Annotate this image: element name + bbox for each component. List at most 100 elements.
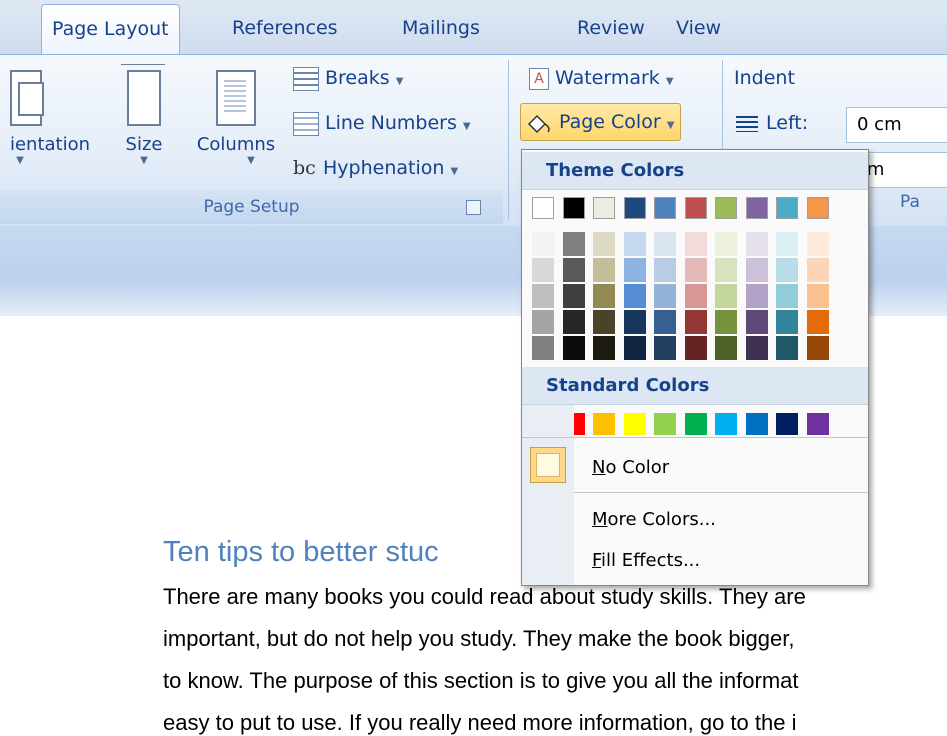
theme-shade-swatch[interactable] <box>776 336 798 360</box>
menu-separator <box>574 492 868 493</box>
theme-color-swatch[interactable] <box>776 197 798 219</box>
theme-shade-swatch[interactable] <box>562 284 585 308</box>
theme-shade-swatch[interactable] <box>654 310 676 334</box>
theme-shade-swatch[interactable] <box>715 258 737 282</box>
theme-shade-swatch[interactable] <box>532 336 554 360</box>
theme-shade-swatch[interactable] <box>776 258 798 282</box>
theme-color-swatch[interactable] <box>806 197 829 219</box>
tab-mailings[interactable]: Mailings <box>392 4 490 52</box>
tab-page-layout[interactable]: Page Layout <box>41 4 180 55</box>
theme-shade-swatch[interactable] <box>623 284 646 308</box>
dialog-launcher-icon[interactable] <box>466 200 481 215</box>
theme-color-swatch[interactable] <box>684 197 707 219</box>
theme-shade-swatch[interactable] <box>745 336 768 360</box>
theme-shade-swatch[interactable] <box>593 336 615 360</box>
standard-color-swatch[interactable] <box>776 413 798 435</box>
standard-color-swatch[interactable] <box>654 413 676 435</box>
theme-shade-swatch[interactable] <box>623 336 646 360</box>
theme-shade-swatch[interactable] <box>593 258 615 282</box>
hyphenation-dropdown-icon: ▼ <box>450 166 459 177</box>
standard-color-swatch[interactable] <box>593 413 615 435</box>
theme-color-swatch[interactable] <box>623 197 646 219</box>
theme-shade-swatch[interactable] <box>806 336 829 360</box>
columns-dropdown-icon: ▼ <box>247 155 255 166</box>
theme-shade-swatch[interactable] <box>593 284 615 308</box>
theme-shade-swatch[interactable] <box>715 232 737 256</box>
page-color-dropdown: Theme Colors Standard Colors No Color Mo… <box>521 149 869 586</box>
theme-shade-swatch[interactable] <box>684 232 707 256</box>
theme-color-swatch[interactable] <box>532 197 554 219</box>
theme-shade-swatch[interactable] <box>532 232 554 256</box>
theme-color-swatch[interactable] <box>562 197 585 219</box>
theme-shade-swatch[interactable] <box>562 232 585 256</box>
theme-shade-swatch[interactable] <box>806 284 829 308</box>
theme-shade-swatch[interactable] <box>562 310 585 334</box>
theme-shade-swatch[interactable] <box>715 284 737 308</box>
no-color-icon <box>530 447 566 483</box>
theme-shade-swatch[interactable] <box>776 310 798 334</box>
theme-shade-swatch[interactable] <box>684 310 707 334</box>
theme-shade-swatch[interactable] <box>806 310 829 334</box>
document-line: There are many books you could read abou… <box>163 584 806 609</box>
theme-shade-swatch[interactable] <box>593 310 615 334</box>
theme-shade-swatch[interactable] <box>623 310 646 334</box>
theme-shade-swatch[interactable] <box>593 232 615 256</box>
theme-shade-swatch[interactable] <box>715 310 737 334</box>
theme-shade-swatch[interactable] <box>623 232 646 256</box>
theme-shade-swatch[interactable] <box>776 284 798 308</box>
theme-color-swatch[interactable] <box>593 197 615 219</box>
page-color-button[interactable]: Page Color ▼ <box>520 103 682 141</box>
hyphenation-label: Hyphenation <box>323 157 445 179</box>
theme-shade-swatch[interactable] <box>745 310 768 334</box>
watermark-label: Watermark <box>555 67 660 89</box>
theme-shade-swatch[interactable] <box>684 336 707 360</box>
standard-color-swatch[interactable] <box>806 413 829 435</box>
no-color-item[interactable]: No Color <box>592 457 669 478</box>
theme-shade-swatch[interactable] <box>684 258 707 282</box>
breaks-label: Breaks <box>325 67 390 89</box>
standard-color-swatch[interactable] <box>684 413 707 435</box>
standard-color-swatch[interactable] <box>623 413 646 435</box>
size-button[interactable]: Size ▼ <box>118 64 170 166</box>
theme-shade-swatch[interactable] <box>654 232 676 256</box>
theme-shade-swatch[interactable] <box>532 258 554 282</box>
theme-shade-swatch[interactable] <box>715 336 737 360</box>
ribbon-tab-bar: Page Layout References Mailings Review V… <box>0 0 947 55</box>
theme-shade-swatch[interactable] <box>562 258 585 282</box>
tab-review[interactable]: Review <box>567 4 655 52</box>
tab-view[interactable]: View <box>666 4 731 52</box>
standard-color-swatch[interactable] <box>715 413 737 435</box>
orientation-button[interactable]: ientation ▼ <box>0 70 100 166</box>
page-color-label: Page Color <box>559 111 661 133</box>
indent-left-input[interactable]: 0 cm <box>846 107 947 143</box>
theme-shade-swatch[interactable] <box>745 284 768 308</box>
theme-shade-swatch[interactable] <box>654 284 676 308</box>
tab-references[interactable]: References <box>222 4 348 52</box>
line-numbers-label: Line Numbers <box>325 112 457 134</box>
theme-shade-swatch[interactable] <box>806 232 829 256</box>
theme-shade-swatch[interactable] <box>806 258 829 282</box>
theme-shade-swatch[interactable] <box>623 258 646 282</box>
watermark-button[interactable]: A Watermark ▼ <box>529 60 674 96</box>
theme-shade-swatch[interactable] <box>745 232 768 256</box>
theme-shade-swatch[interactable] <box>776 232 798 256</box>
theme-shade-swatch[interactable] <box>532 284 554 308</box>
fill-effects-item[interactable]: Fill Effects... <box>592 550 700 571</box>
theme-shade-swatch[interactable] <box>532 310 554 334</box>
hyphenation-button[interactable]: bc Hyphenation ▼ <box>293 150 458 186</box>
line-numbers-button[interactable]: Line Numbers ▼ <box>293 105 471 141</box>
more-colors-item[interactable]: More Colors... <box>592 509 716 530</box>
standard-color-swatch[interactable] <box>745 413 768 435</box>
theme-shade-swatch[interactable] <box>654 258 676 282</box>
theme-shade-swatch[interactable] <box>745 258 768 282</box>
theme-color-swatch[interactable] <box>654 197 676 219</box>
columns-button[interactable]: Columns ▼ <box>190 70 282 166</box>
size-icon <box>121 64 165 126</box>
breaks-button[interactable]: Breaks ▼ <box>293 60 403 96</box>
theme-shade-swatch[interactable] <box>654 336 676 360</box>
theme-color-swatch[interactable] <box>715 197 737 219</box>
indent-left-icon <box>736 115 758 132</box>
theme-shade-swatch[interactable] <box>562 336 585 360</box>
theme-shade-swatch[interactable] <box>684 284 707 308</box>
theme-color-swatch[interactable] <box>745 197 768 219</box>
